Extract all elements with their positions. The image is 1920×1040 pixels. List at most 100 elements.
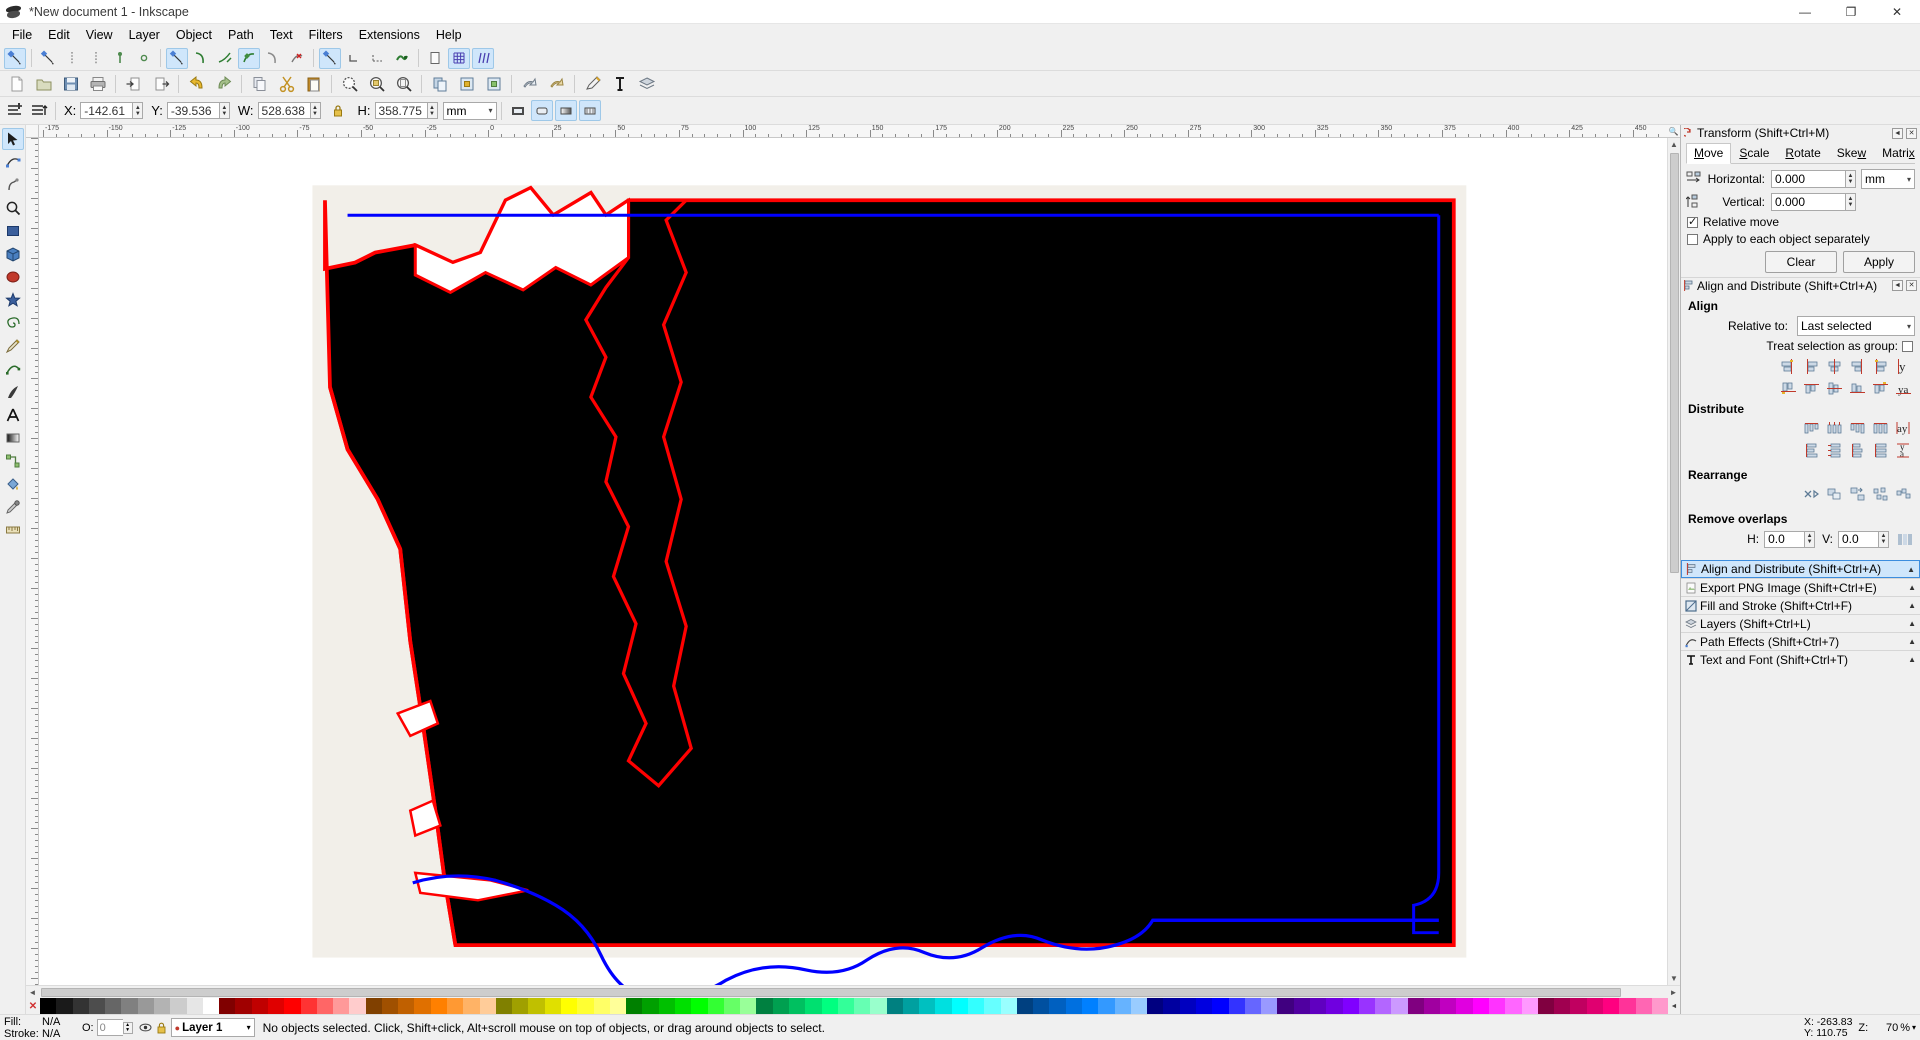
- exchange-zorder-button[interactable]: [1824, 484, 1844, 504]
- snap-bbox-corner-button[interactable]: [85, 48, 107, 69]
- tab-skew[interactable]: Skew: [1829, 143, 1874, 163]
- ruler-corner[interactable]: [26, 125, 39, 138]
- palette-swatch[interactable]: [1407, 998, 1424, 1014]
- tool-node-editor[interactable]: [2, 151, 24, 173]
- palette-swatch[interactable]: [854, 998, 871, 1014]
- palette-swatch[interactable]: [1489, 998, 1506, 1014]
- palette-swatch[interactable]: [1261, 998, 1278, 1014]
- close-button[interactable]: ✕: [1874, 0, 1920, 24]
- vertical-field[interactable]: ▲▼: [1771, 193, 1856, 211]
- menu-view[interactable]: View: [78, 26, 121, 44]
- palette-swatch[interactable]: [398, 998, 415, 1014]
- snap-others-button[interactable]: [319, 47, 341, 69]
- affect-rounded-corners-button[interactable]: [530, 100, 553, 121]
- undo-button[interactable]: [184, 72, 209, 95]
- horizontal-spinner[interactable]: ▲ ▼: [1845, 170, 1856, 188]
- palette-swatch[interactable]: [1440, 998, 1457, 1014]
- float-dialog-icon[interactable]: ◄: [1892, 127, 1903, 139]
- align-v-centers-button[interactable]: [1824, 378, 1844, 398]
- y-spinner[interactable]: ▲ ▼: [218, 102, 230, 119]
- palette-swatch[interactable]: [186, 998, 203, 1014]
- tool-connector[interactable]: [2, 450, 24, 472]
- y-input[interactable]: [166, 102, 219, 119]
- palette-swatch[interactable]: [837, 998, 855, 1014]
- overlaps-v-field[interactable]: ▲▼: [1838, 530, 1889, 548]
- palette-swatch[interactable]: [626, 998, 643, 1014]
- palette-swatch[interactable]: [1472, 998, 1490, 1014]
- strip-path-effects[interactable]: Path Effects (Shift+Ctrl+7) ▲: [1681, 632, 1920, 650]
- snap-bounding-box-button[interactable]: [37, 48, 59, 69]
- palette-swatch[interactable]: [528, 998, 545, 1014]
- palette-swatch[interactable]: [170, 998, 187, 1014]
- h-spinner[interactable]: ▲ ▼: [426, 102, 438, 119]
- close-dialog-icon[interactable]: ✕: [1906, 280, 1917, 291]
- tool-zoom[interactable]: [2, 197, 24, 219]
- exchange-clockwise-button[interactable]: [1847, 484, 1867, 504]
- palette-swatch[interactable]: [1114, 998, 1131, 1014]
- palette-swatch[interactable]: [1195, 998, 1213, 1014]
- color-palette[interactable]: [40, 998, 1669, 1014]
- tab-rotate[interactable]: Rotate: [1777, 143, 1828, 163]
- tool-text[interactable]: [2, 404, 24, 426]
- distribute-text-anchors-h-button[interactable]: ay: [1893, 418, 1913, 438]
- palette-swatch[interactable]: [1016, 998, 1034, 1014]
- horizontal-scroll-track[interactable]: [39, 986, 1667, 999]
- duplicate-button[interactable]: [427, 72, 452, 95]
- zoom-page-button[interactable]: [391, 72, 416, 95]
- snap-smooth-node-button[interactable]: [262, 48, 284, 69]
- palette-swatch[interactable]: [1212, 998, 1229, 1014]
- palette-swatch[interactable]: [1375, 998, 1392, 1014]
- layer-lock-icon[interactable]: [156, 1021, 167, 1034]
- distribute-left-edges-button[interactable]: [1801, 418, 1821, 438]
- palette-swatch[interactable]: [1000, 998, 1017, 1014]
- palette-swatch[interactable]: [935, 998, 952, 1014]
- palette-swatch[interactable]: [674, 998, 692, 1014]
- palette-swatch[interactable]: [1277, 998, 1294, 1014]
- close-dialog-icon[interactable]: ✕: [1906, 127, 1917, 139]
- chevron-up-icon[interactable]: ▲: [1908, 655, 1916, 664]
- cut-button[interactable]: [274, 72, 299, 95]
- chevron-up-icon[interactable]: ▲: [1907, 565, 1915, 574]
- tool-selector[interactable]: [1, 128, 24, 150]
- palette-swatch[interactable]: [219, 998, 236, 1014]
- palette-swatch[interactable]: [1228, 998, 1245, 1014]
- palette-swatch[interactable]: [1244, 998, 1262, 1014]
- raise-to-top-button[interactable]: [517, 72, 542, 95]
- apply-button[interactable]: Apply: [1843, 251, 1915, 273]
- palette-swatch[interactable]: [495, 998, 513, 1014]
- snap-text-baseline-button[interactable]: [391, 48, 413, 69]
- align-left-edges-button[interactable]: [1801, 356, 1821, 376]
- opacity-control[interactable]: O: ▲▼: [82, 1019, 133, 1036]
- palette-swatch[interactable]: [1049, 998, 1066, 1014]
- palette-swatch[interactable]: [202, 998, 220, 1014]
- snap-guide-button[interactable]: [472, 47, 494, 69]
- minimize-button[interactable]: —: [1782, 0, 1828, 24]
- chevron-up-icon[interactable]: ▲: [1908, 619, 1916, 628]
- overlaps-v-input[interactable]: [1838, 530, 1878, 548]
- palette-swatch[interactable]: [1537, 998, 1555, 1014]
- palette-swatch[interactable]: [1033, 998, 1050, 1014]
- palette-swatch[interactable]: [593, 998, 610, 1014]
- tool-rectangle[interactable]: [2, 220, 24, 242]
- chevron-up-icon[interactable]: ▲: [1908, 601, 1916, 610]
- palette-swatch[interactable]: [1130, 998, 1148, 1014]
- fill-stroke-indicator[interactable]: Fill: N/A Stroke: N/A: [0, 1016, 76, 1040]
- palette-swatch[interactable]: [1423, 998, 1441, 1014]
- group-button[interactable]: [454, 72, 479, 95]
- palette-swatch[interactable]: [772, 998, 789, 1014]
- distribute-top-edges-button[interactable]: [1801, 440, 1821, 460]
- x-field[interactable]: ▲▼: [80, 102, 144, 119]
- overlaps-h-spinner[interactable]: ▲ ▼: [1804, 530, 1816, 548]
- open-document-button[interactable]: [31, 72, 56, 95]
- palette-swatch[interactable]: [56, 998, 73, 1014]
- palette-swatch[interactable]: [691, 998, 708, 1014]
- lock-ratio-icon[interactable]: [327, 100, 349, 121]
- palette-swatch[interactable]: [381, 998, 399, 1014]
- align-text-baseline-v-button[interactable]: y: [1893, 356, 1913, 376]
- opacity-spinner[interactable]: ▲ ▼: [122, 1021, 133, 1034]
- palette-swatch[interactable]: [1163, 998, 1180, 1014]
- palette-swatch[interactable]: [870, 998, 887, 1014]
- menu-path[interactable]: Path: [220, 26, 262, 44]
- distribute-bottom-edges-button[interactable]: [1847, 440, 1867, 460]
- palette-swatch[interactable]: [300, 998, 317, 1014]
